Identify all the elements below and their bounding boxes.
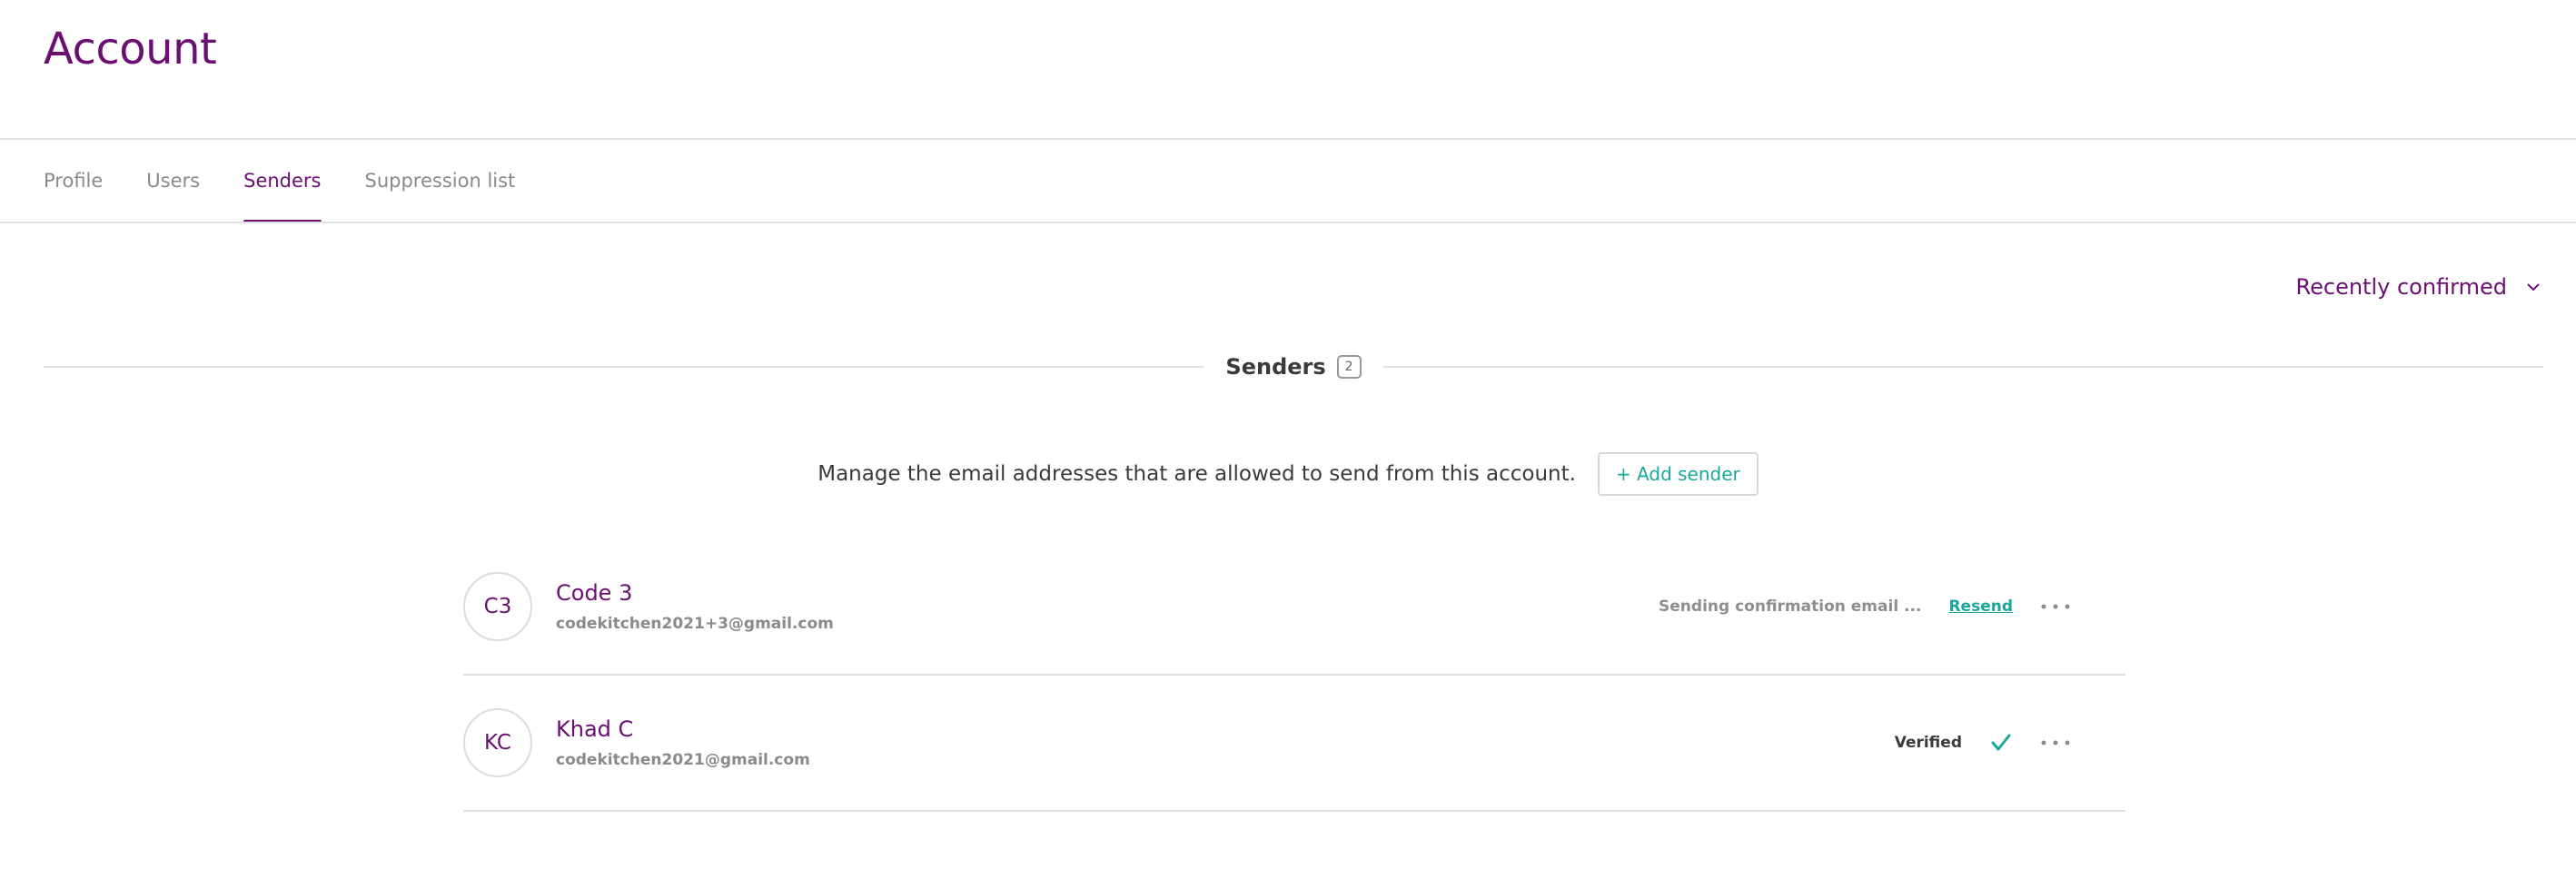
avatar: C3 <box>463 572 532 641</box>
tab-senders[interactable]: Senders <box>243 140 322 223</box>
status-pending: Sending confirmation email ... <box>1659 598 1922 616</box>
tab-suppression-list[interactable]: Suppression list <box>365 140 516 222</box>
heading-divider-right <box>1382 366 2543 368</box>
status-verified: Verified <box>1894 734 1962 752</box>
account-tabs: Profile Users Senders Suppression list <box>44 140 516 223</box>
add-sender-button[interactable]: + Add sender <box>1597 452 1759 496</box>
sender-row: C3 Code 3 codekitchen2021+3@gmail.com Se… <box>463 539 2125 676</box>
sender-email: codekitchen2021@gmail.com <box>556 751 810 769</box>
page-title: Account <box>44 24 217 74</box>
sender-info: Code 3 codekitchen2021+3@gmail.com <box>556 580 834 633</box>
avatar: KC <box>463 708 532 777</box>
resend-link[interactable]: Resend <box>1948 598 2013 616</box>
sort-dropdown[interactable]: Recently confirmed <box>2296 274 2543 300</box>
more-horizontal-icon[interactable] <box>2040 738 2071 747</box>
sender-name[interactable]: Khad C <box>556 716 810 742</box>
manage-senders-row: Manage the email addresses that are allo… <box>0 452 2576 496</box>
sort-dropdown-label: Recently confirmed <box>2295 274 2507 300</box>
sender-email: codekitchen2021+3@gmail.com <box>556 615 834 633</box>
sender-list: C3 Code 3 codekitchen2021+3@gmail.com Se… <box>463 539 2125 812</box>
heading-divider-left <box>44 366 1204 368</box>
check-icon <box>1991 734 2011 751</box>
sender-row: KC Khad C codekitchen2021@gmail.com Veri… <box>463 676 2125 812</box>
sender-actions: Verified <box>1895 676 2071 810</box>
senders-count-badge: 2 <box>1336 355 1362 379</box>
manage-description: Manage the email addresses that are allo… <box>817 462 1576 486</box>
more-horizontal-icon[interactable] <box>2040 602 2071 611</box>
sender-actions: Sending confirmation email ... Resend <box>1659 539 2071 674</box>
sender-name[interactable]: Code 3 <box>556 580 834 606</box>
tabs-divider <box>0 222 2576 223</box>
heading-title-group: Senders 2 <box>1204 354 1382 380</box>
senders-section-heading: Senders 2 <box>44 349 2543 385</box>
section-title: Senders <box>1225 354 1326 380</box>
sender-info: Khad C codekitchen2021@gmail.com <box>556 716 810 769</box>
chevron-down-icon <box>2527 283 2540 291</box>
tab-users[interactable]: Users <box>146 140 200 222</box>
tab-profile[interactable]: Profile <box>44 140 103 222</box>
